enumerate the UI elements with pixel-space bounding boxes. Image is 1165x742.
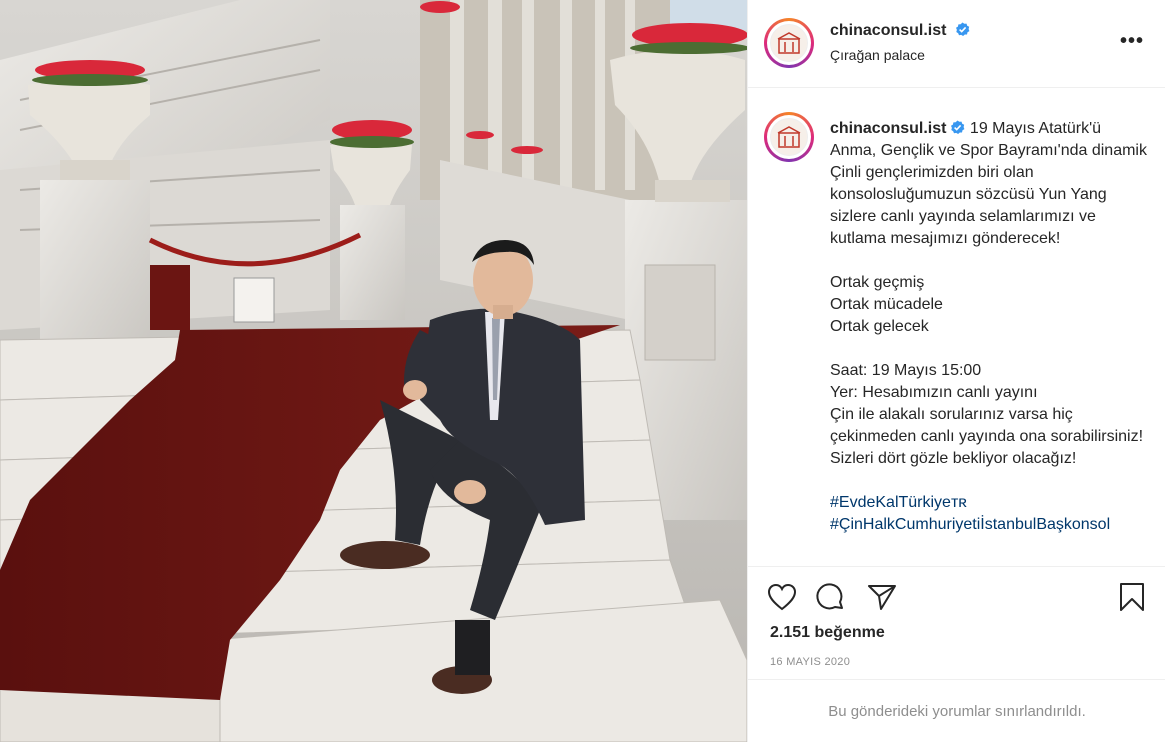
header-username-row: chinaconsul.ist	[830, 22, 970, 40]
paper-plane-icon[interactable]	[866, 581, 898, 613]
bookmark-icon[interactable]	[1116, 581, 1148, 613]
caption-avatar[interactable]	[764, 112, 814, 162]
heart-icon[interactable]	[766, 581, 798, 613]
caption-username[interactable]: chinaconsul.ist	[830, 120, 946, 137]
hashtag-link[interactable]: #EvdeKalTürkiyeᴛʀ	[830, 494, 967, 511]
caption-line: Ortak mücadele	[830, 296, 943, 313]
caption-line: Ortak geçmiş	[830, 274, 925, 291]
post-side-panel: chinaconsul.ist Çırağan palace ••• china…	[747, 0, 1165, 742]
post-caption: chinaconsul.ist 19 Mayıs Atatürk'ü Anma,…	[830, 118, 1150, 536]
verified-badge-icon	[950, 120, 965, 135]
instagram-post: chinaconsul.ist Çırağan palace ••• china…	[0, 0, 1165, 742]
header-username[interactable]: chinaconsul.ist	[830, 22, 946, 39]
consulate-logo-icon	[770, 24, 808, 62]
post-date[interactable]: 16 MAYIS 2020	[770, 656, 850, 668]
comments-limited-notice: Bu gönderideki yorumlar sınırlandırıldı.	[748, 679, 1165, 742]
ellipsis-icon[interactable]: •••	[1120, 30, 1144, 53]
hashtag-link[interactable]: #ÇinHalkCumhuriyetiİstanbulBaşkonsol	[830, 516, 1110, 533]
post-header: chinaconsul.ist Çırağan palace •••	[748, 0, 1165, 88]
post-photo[interactable]	[0, 0, 747, 742]
comment-icon[interactable]	[814, 581, 846, 613]
caption-area: chinaconsul.ist 19 Mayıs Atatürk'ü Anma,…	[748, 88, 1165, 568]
post-location[interactable]: Çırağan palace	[830, 47, 925, 63]
palace-stairs-photo	[0, 0, 747, 742]
likes-count[interactable]: 2.151 beğenme	[770, 624, 885, 642]
caption-line: Saat: 19 Mayıs 15:00	[830, 362, 982, 379]
caption-paragraph-3: Çin ile alakalı sorularınız varsa hiç çe…	[830, 406, 1144, 467]
caption-paragraph-1: 19 Mayıs Atatürk'ü Anma, Gençlik ve Spor…	[830, 120, 1147, 247]
action-bar	[748, 566, 1165, 626]
verified-badge-icon	[955, 22, 970, 37]
profile-avatar[interactable]	[764, 18, 814, 68]
caption-line: Ortak gelecek	[830, 318, 929, 335]
consulate-logo-icon	[770, 118, 808, 156]
caption-line: Yer: Hesabımızın canlı yayını	[830, 384, 1038, 401]
